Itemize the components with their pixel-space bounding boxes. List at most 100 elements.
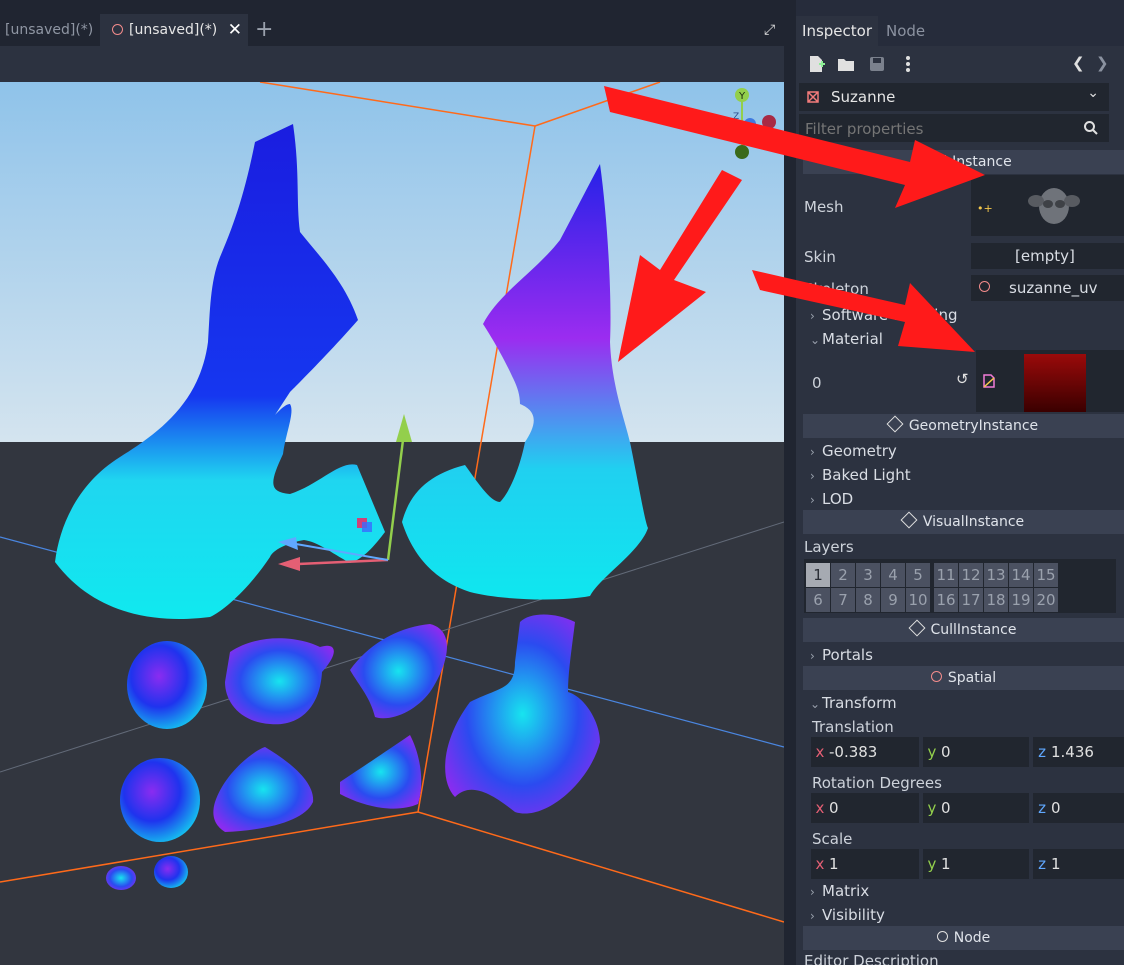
object-selector[interactable]: Suzanne ⌄ bbox=[799, 83, 1109, 111]
layer-3[interactable]: 3 bbox=[856, 563, 880, 587]
mesh-piece bbox=[127, 641, 207, 729]
kebab-menu-icon[interactable] bbox=[898, 54, 918, 74]
chevron-right-icon: › bbox=[810, 445, 815, 459]
rotation-x-field[interactable]: x0 bbox=[811, 793, 919, 823]
rotation-z-value: 0 bbox=[1051, 799, 1061, 817]
scale-x-field[interactable]: x1 bbox=[811, 849, 919, 879]
software-skinning-label: Software Skinning bbox=[822, 306, 958, 324]
new-mesh-icon: •+ bbox=[977, 202, 993, 215]
geometry-group[interactable]: › Geometry bbox=[810, 442, 897, 460]
translation-y-field[interactable]: y0 bbox=[923, 737, 1029, 767]
visibility-label: Visibility bbox=[822, 906, 885, 924]
scale-x-value: 1 bbox=[829, 855, 839, 873]
skeleton-picker[interactable]: suzanne_uv bbox=[971, 275, 1124, 301]
revert-icon[interactable]: ↺ bbox=[956, 370, 969, 388]
layer-18[interactable]: 18 bbox=[984, 588, 1008, 612]
open-folder-icon[interactable] bbox=[836, 54, 856, 74]
section-geometryinstance-label: GeometryInstance bbox=[908, 418, 1039, 434]
scale-z-field[interactable]: z1 bbox=[1033, 849, 1124, 879]
filter-field[interactable] bbox=[799, 114, 1109, 142]
new-material-icon bbox=[983, 374, 995, 388]
skin-label: Skin bbox=[804, 248, 836, 266]
cube-icon bbox=[886, 415, 904, 433]
section-visualinstance-label: VisualInstance bbox=[922, 514, 1025, 530]
layer-1[interactable]: 1 bbox=[806, 563, 830, 587]
layer-2[interactable]: 2 bbox=[831, 563, 855, 587]
scene-tab-1[interactable]: [unsaved](*) bbox=[0, 14, 100, 46]
sky bbox=[0, 82, 784, 442]
axis-z-label: z bbox=[1038, 855, 1046, 873]
layer-16[interactable]: 16 bbox=[934, 588, 958, 612]
layer-7[interactable]: 7 bbox=[831, 588, 855, 612]
viewport-toolbar bbox=[0, 46, 786, 82]
layer-9[interactable]: 9 bbox=[881, 588, 905, 612]
scene-tab-1-label: [unsaved](*) bbox=[5, 22, 94, 38]
matrix-group[interactable]: › Matrix bbox=[810, 882, 869, 900]
layer-14[interactable]: 14 bbox=[1009, 563, 1033, 587]
section-visualinstance: VisualInstance bbox=[803, 510, 1124, 534]
layers-label: Layers bbox=[804, 538, 854, 556]
layer-17[interactable]: 17 bbox=[959, 588, 983, 612]
scene-tab-2-active[interactable]: [unsaved](*) ✕ bbox=[100, 14, 248, 46]
material-resource-picker[interactable] bbox=[976, 350, 1124, 412]
chevron-down-icon: ⌄ bbox=[1087, 85, 1099, 101]
suzanne-mesh-preview bbox=[1028, 188, 1080, 224]
scale-y-field[interactable]: y1 bbox=[923, 849, 1029, 879]
axis-y-label: y bbox=[927, 799, 937, 817]
tab-inspector[interactable]: Inspector bbox=[796, 16, 878, 46]
rotation-z-field[interactable]: z0 bbox=[1033, 793, 1124, 823]
translation-z-field[interactable]: z 1.436 bbox=[1033, 737, 1124, 767]
distraction-free-icon[interactable]: ⤢ bbox=[764, 14, 782, 46]
close-tab-icon[interactable]: ✕ bbox=[228, 14, 242, 46]
mesh-piece bbox=[106, 866, 136, 890]
layer-15[interactable]: 15 bbox=[1034, 563, 1058, 587]
3d-viewport[interactable]: Y Z bbox=[0, 82, 784, 965]
lod-group[interactable]: › LOD bbox=[810, 490, 853, 508]
section-node-label: Node bbox=[953, 930, 991, 946]
geometry-label: Geometry bbox=[822, 442, 897, 460]
gizmo-z-letter: Z bbox=[733, 112, 739, 122]
history-back-icon[interactable]: ❮ bbox=[1072, 54, 1085, 72]
mesh-instance-icon bbox=[807, 91, 819, 103]
visibility-group[interactable]: › Visibility bbox=[810, 906, 885, 924]
history-forward-icon[interactable]: ❯ bbox=[1096, 54, 1109, 72]
layers-grid: 1 2 3 4 5 11 12 13 14 15 6 7 8 9 10 16 1… bbox=[804, 559, 1116, 613]
dock-separator[interactable] bbox=[784, 0, 796, 965]
section-meshinstance: MeshInstance bbox=[803, 150, 1124, 174]
rotation-y-value: 0 bbox=[941, 799, 951, 817]
skin-picker[interactable]: [empty] bbox=[971, 243, 1124, 269]
material-label: Material bbox=[822, 330, 883, 348]
new-resource-icon[interactable] bbox=[806, 54, 826, 74]
layer-8[interactable]: 8 bbox=[856, 588, 880, 612]
viewport-scene: Y Z bbox=[0, 82, 784, 965]
portals-group[interactable]: › Portals bbox=[810, 646, 873, 664]
node-icon bbox=[936, 931, 948, 942]
mesh-piece bbox=[154, 856, 188, 888]
rotation-y-field[interactable]: y0 bbox=[923, 793, 1029, 823]
object-name: Suzanne bbox=[831, 88, 896, 106]
scale-z-value: 1 bbox=[1051, 855, 1061, 873]
material-group[interactable]: ⌄ Material bbox=[810, 330, 883, 348]
mesh-resource-picker[interactable]: •+ bbox=[971, 175, 1124, 236]
filter-input[interactable] bbox=[803, 117, 1077, 141]
add-scene-icon[interactable]: + bbox=[255, 14, 275, 46]
baked-light-group[interactable]: › Baked Light bbox=[810, 466, 911, 484]
translation-x-field[interactable]: x -0.383 bbox=[811, 737, 919, 767]
transform-group[interactable]: ⌄ Transform bbox=[810, 694, 897, 712]
layer-11[interactable]: 11 bbox=[934, 563, 958, 587]
save-icon[interactable] bbox=[867, 54, 887, 74]
software-skinning-group[interactable]: › Software Skinning bbox=[810, 306, 957, 324]
axis-x-label: x bbox=[815, 743, 825, 761]
layer-13[interactable]: 13 bbox=[984, 563, 1008, 587]
axis-y-label: y bbox=[927, 855, 937, 873]
skeleton-value: suzanne_uv bbox=[1009, 279, 1098, 297]
layer-5[interactable]: 5 bbox=[906, 563, 930, 587]
tab-node[interactable]: Node bbox=[886, 16, 925, 46]
layer-6[interactable]: 6 bbox=[806, 588, 830, 612]
layer-12[interactable]: 12 bbox=[959, 563, 983, 587]
layer-19[interactable]: 19 bbox=[1009, 588, 1033, 612]
layer-10[interactable]: 10 bbox=[906, 588, 930, 612]
layer-4[interactable]: 4 bbox=[881, 563, 905, 587]
scene-tab-2-label: [unsaved](*) bbox=[129, 22, 218, 38]
layer-20[interactable]: 20 bbox=[1034, 588, 1058, 612]
